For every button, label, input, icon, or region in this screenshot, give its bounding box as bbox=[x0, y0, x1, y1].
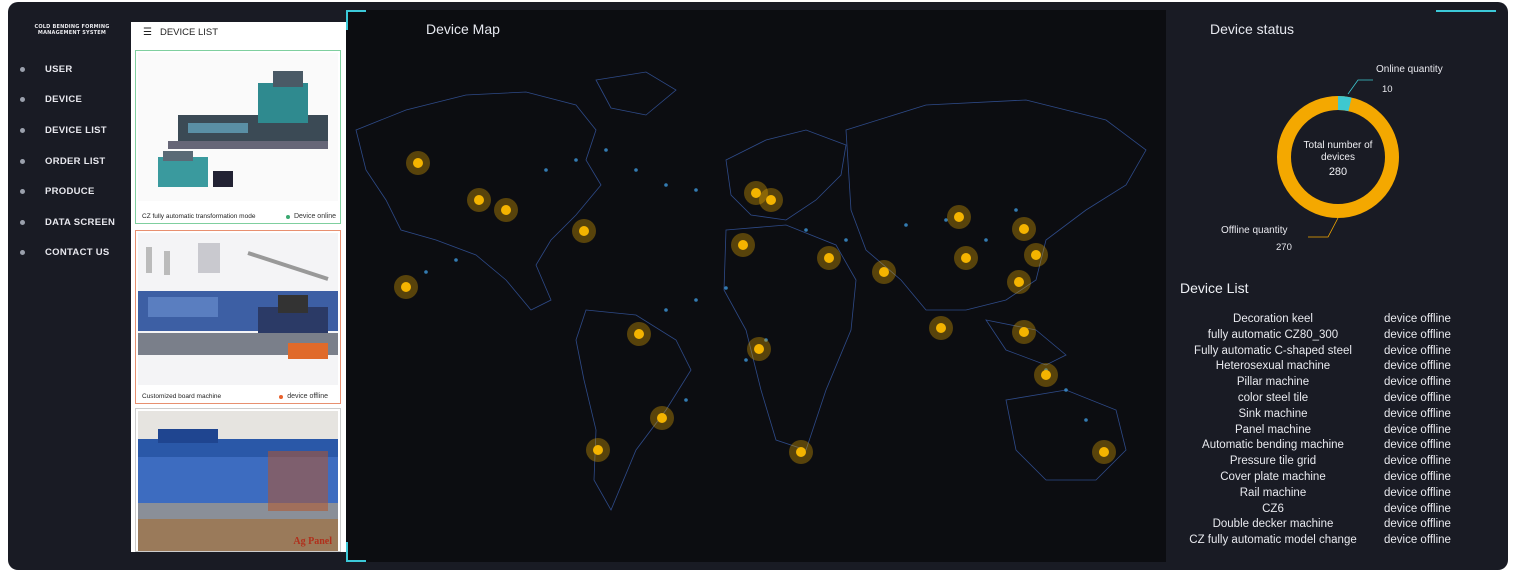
device-list-item-status: device offline bbox=[1384, 313, 1451, 325]
device-card[interactable]: Customized board machine device offline bbox=[135, 230, 341, 404]
device-list-item-name[interactable]: Pillar machine bbox=[1168, 375, 1378, 391]
offline-quantity-value: 270 bbox=[1276, 242, 1292, 253]
corner-decoration bbox=[1436, 10, 1496, 16]
sidebar-item-label: PRODUCE bbox=[45, 186, 95, 198]
device-name-column: Decoration keel fully automatic CZ80_300 F… bbox=[1168, 312, 1378, 549]
image-watermark: Ag Panel bbox=[293, 536, 332, 547]
device-list-item-status: device offline bbox=[1384, 455, 1451, 468]
device-map[interactable]: Device Map bbox=[346, 10, 1166, 562]
hamburger-icon[interactable]: ☰ bbox=[143, 27, 152, 38]
sidebar-item-label: ORDER LIST bbox=[45, 155, 106, 167]
device-list-item-name[interactable]: CZ6 bbox=[1168, 502, 1378, 518]
online-quantity-label: Online quantity bbox=[1376, 64, 1443, 75]
device-card[interactable]: Ag Panel bbox=[135, 408, 341, 552]
device-list-item-status: device offline bbox=[1384, 391, 1451, 404]
device-list-item-status: device offline bbox=[1384, 360, 1451, 373]
sidebar-item-label: DATA SCREEN bbox=[45, 216, 116, 228]
status-dot bbox=[279, 394, 284, 399]
device-list-item-status: device offline bbox=[1384, 423, 1451, 436]
device-list-item-name[interactable]: Cover plate machine bbox=[1168, 470, 1378, 486]
machine-image bbox=[138, 411, 338, 551]
device-list-item-status: device offline bbox=[1384, 534, 1451, 547]
sidebar-item-label: CONTACT US bbox=[45, 247, 110, 259]
sidebar-nav: USER DEVICE DEVICE LIST ORDER LIST PRODU… bbox=[20, 54, 115, 268]
map-markers bbox=[394, 151, 1116, 464]
device-list-item-status: device offline bbox=[1384, 344, 1451, 357]
device-list-item-name[interactable]: Panel machine bbox=[1168, 423, 1378, 439]
world-map bbox=[355, 71, 1147, 511]
device-list-item-name[interactable]: fully automatic CZ80_300 bbox=[1168, 328, 1378, 344]
sidebar-item-label: DEVICE LIST bbox=[45, 124, 107, 136]
device-list-item-name[interactable]: Fully automatic C-shaped steel bbox=[1168, 344, 1378, 360]
machine-image bbox=[138, 233, 338, 385]
sidebar-item-device-list[interactable]: DEVICE LIST bbox=[20, 115, 115, 146]
machine-image bbox=[138, 53, 338, 201]
bullet-icon bbox=[20, 66, 25, 72]
device-list-item-status: device offline bbox=[1384, 470, 1451, 483]
sidebar-item-produce[interactable]: PRODUCE bbox=[20, 176, 115, 207]
bullet-icon bbox=[20, 127, 25, 133]
status-badge: device offline bbox=[279, 393, 328, 400]
bullet-icon bbox=[20, 189, 25, 195]
bullet-icon bbox=[20, 219, 25, 225]
sidebar-item-order-list[interactable]: ORDER LIST bbox=[20, 146, 115, 177]
status-title: Device status bbox=[1210, 21, 1295, 37]
device-list-panel: ☰ DEVICE LIST CZ fully automatic transfo… bbox=[131, 22, 347, 552]
sidebar-item-user[interactable]: USER bbox=[20, 54, 115, 85]
device-list-item-name[interactable]: color steel tile bbox=[1168, 391, 1378, 407]
sidebar-item-contact-us[interactable]: CONTACT US bbox=[20, 238, 115, 269]
device-list-item-name[interactable]: Heterosexual machine bbox=[1168, 359, 1378, 375]
sidebar-item-label: USER bbox=[45, 63, 73, 75]
device-list-heading: Device List bbox=[1180, 280, 1249, 296]
app-logo: COLD BENDING FORMING MANAGEMENT SYSTEM bbox=[34, 24, 110, 36]
device-caption: CZ fully automatic transformation mode bbox=[142, 213, 256, 220]
online-quantity-value: 10 bbox=[1382, 84, 1393, 95]
sidebar: COLD BENDING FORMING MANAGEMENT SYSTEM U… bbox=[8, 2, 128, 570]
device-list-item-status: device offline bbox=[1384, 486, 1451, 499]
device-status-column: device offline device offline device offli… bbox=[1384, 312, 1474, 549]
bullet-icon bbox=[20, 158, 25, 164]
sidebar-item-data-screen[interactable]: DATA SCREEN bbox=[20, 207, 115, 238]
device-list-item-status: device offline bbox=[1384, 376, 1451, 389]
device-list-item-name[interactable]: Double decker machine bbox=[1168, 517, 1378, 533]
sidebar-item-device[interactable]: DEVICE bbox=[20, 85, 115, 116]
sidebar-item-label: DEVICE bbox=[45, 94, 83, 106]
device-caption: Customized board machine bbox=[142, 393, 222, 400]
dashboard-frame: COLD BENDING FORMING MANAGEMENT SYSTEM U… bbox=[8, 2, 1508, 570]
device-list-item-name[interactable]: Rail machine bbox=[1168, 486, 1378, 502]
device-list-item-name[interactable]: Sink machine bbox=[1168, 407, 1378, 423]
offline-quantity-label: Offline quantity bbox=[1221, 225, 1288, 236]
device-list-item-status: device offline bbox=[1384, 439, 1451, 452]
device-list-item-status: device offline bbox=[1384, 328, 1451, 341]
device-list-title: DEVICE LIST bbox=[159, 26, 219, 38]
device-list-header: ☰ DEVICE LIST bbox=[131, 22, 347, 42]
device-card[interactable]: CZ fully automatic transformation mode D… bbox=[135, 50, 341, 224]
bullet-icon bbox=[20, 250, 25, 256]
device-list-item-name[interactable]: Decoration keel bbox=[1168, 312, 1378, 328]
status-badge: Device online bbox=[285, 213, 336, 220]
status-dot bbox=[285, 214, 290, 219]
bullet-icon bbox=[20, 97, 25, 103]
device-list-item-name[interactable]: Pressure tile grid bbox=[1168, 454, 1378, 470]
donut-leader-lines bbox=[1308, 79, 1373, 238]
device-list-item-name[interactable]: CZ fully automatic model change bbox=[1168, 533, 1378, 549]
device-list-item-status: device offline bbox=[1384, 502, 1451, 515]
device-list-item-status: device offline bbox=[1384, 518, 1451, 531]
device-list-item-name[interactable]: Automatic bending machine bbox=[1168, 438, 1378, 454]
device-list-item-status: device offline bbox=[1384, 407, 1451, 420]
